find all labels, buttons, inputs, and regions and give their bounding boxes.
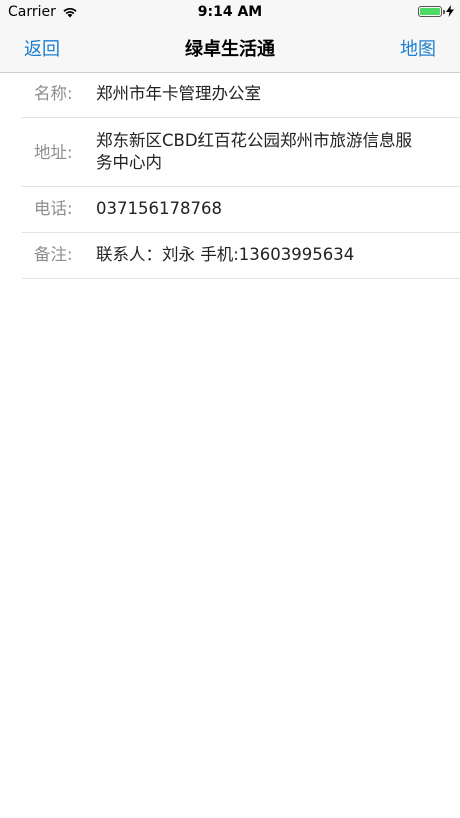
detail-list: 名称: 郑州市年卡管理办公室 地址: 郑东新区CBD红百花公园郑州市旅游信息服务… <box>22 72 460 279</box>
detail-row-phone: 电话: 037156178768 <box>22 187 460 233</box>
page-title: 绿卓生活通 <box>185 39 275 60</box>
detail-row-remark: 备注: 联系人：刘永 手机:13603995634 <box>22 233 460 279</box>
map-button[interactable]: 地图 <box>400 35 436 61</box>
detail-value: 联系人：刘永 手机:13603995634 <box>96 245 355 264</box>
detail-value: 郑东新区CBD红百花公园郑州市旅游信息服务中心内 <box>96 131 413 172</box>
detail-label: 地址: <box>34 143 73 162</box>
detail-label: 名称: <box>34 84 73 103</box>
battery-indicator <box>418 5 454 17</box>
detail-label: 备注: <box>34 245 73 264</box>
detail-value: 郑州市年卡管理办公室 <box>96 84 261 103</box>
detail-row-address: 地址: 郑东新区CBD红百花公园郑州市旅游信息服务中心内 <box>22 118 460 187</box>
detail-label: 电话: <box>34 199 73 218</box>
back-button[interactable]: 返回 <box>24 35 60 61</box>
navigation-bar: 返回 绿卓生活通 地图 <box>0 24 460 73</box>
status-time: 9:14 AM <box>197 4 263 20</box>
charging-bolt-icon <box>446 5 454 17</box>
detail-value: 037156178768 <box>96 199 222 218</box>
battery-icon <box>418 5 445 17</box>
detail-row-name: 名称: 郑州市年卡管理办公室 <box>22 72 460 118</box>
status-bar: Carrier 9:14 AM <box>0 0 460 24</box>
battery-level-fill <box>420 7 440 15</box>
